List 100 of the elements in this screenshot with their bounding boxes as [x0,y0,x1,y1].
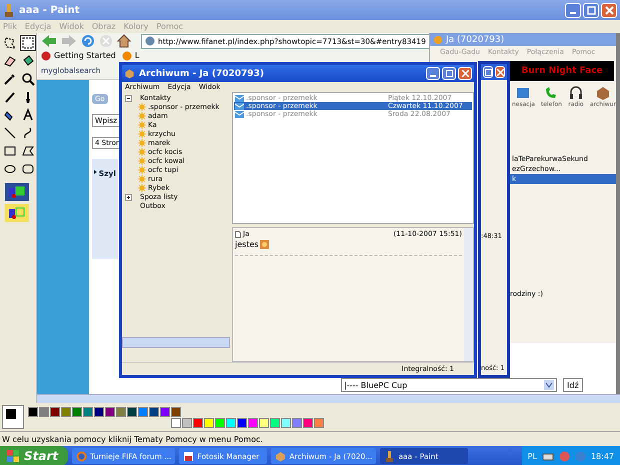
current-colors-swatch [2,405,24,429]
line-tool[interactable] [2,125,18,141]
bookmark-label: L [134,51,140,60]
bookmark-icon [122,50,132,60]
color-swatch[interactable] [314,418,324,428]
paint-app-icon [3,4,15,16]
color-swatch[interactable] [94,406,104,416]
color-swatch[interactable] [149,406,159,416]
color-swatch[interactable] [281,418,291,428]
magnifier-tool[interactable] [20,71,36,87]
free-select-icon [3,36,17,50]
close-button[interactable] [458,67,472,80]
bookmark-label: Getting Started [54,51,116,60]
archive-title: Archiwum - Ja (7020793) [139,68,264,78]
jump-button[interactable]: Idź [563,378,583,392]
rectangle-icon [3,144,17,158]
minimize-button[interactable] [565,2,581,18]
color-swatch[interactable] [61,406,71,416]
status-text: W celu uzyskania pomocy kliknij Tematy Pomocy w menu Pomoc. [2,434,263,444]
archive-icon [594,85,611,101]
select-icon [21,36,35,50]
message-text: jestes [235,240,259,249]
paint-app-icon [384,450,396,462]
bookmark-link[interactable]: L [122,50,140,60]
color-swatch[interactable] [193,418,203,428]
close-button[interactable] [495,66,505,78]
network-icon[interactable] [542,452,554,460]
color-swatch[interactable] [303,418,313,428]
browser-app-icon [76,450,88,462]
fill-icon [21,54,35,68]
maximize-button[interactable] [483,66,493,78]
eraser-icon [3,54,17,68]
color-swatch[interactable] [171,418,181,428]
line-icon [3,126,17,140]
clock: 18:47 [590,452,614,460]
emoticon-icon [260,240,269,249]
text-icon [21,108,35,122]
color-swatch[interactable] [237,418,247,428]
color-swatch[interactable] [292,418,302,428]
close-icon [462,70,468,77]
bookmark-link[interactable]: Getting Started [41,50,116,60]
document-icon [235,230,241,238]
horizontal-scrollbar[interactable] [37,394,620,403]
minimize-button[interactable] [426,67,440,80]
color-swatch[interactable] [39,406,49,416]
color-swatch[interactable] [83,406,93,416]
close-icon [496,68,504,76]
maximize-icon [484,68,492,76]
transparency-icon [7,185,27,199]
maximize-icon [446,70,452,77]
home-icon[interactable] [117,34,131,48]
expand-icon[interactable] [125,194,132,200]
maximize-button[interactable] [583,2,599,18]
color-swatch[interactable] [248,418,258,428]
vertical-scrollbar[interactable] [464,228,473,361]
maximize-button[interactable] [442,67,456,80]
color-swatch[interactable] [138,406,148,416]
transparency-icon [7,206,27,220]
horizontal-scrollbar[interactable] [122,337,230,348]
collapse-icon[interactable] [125,94,132,102]
select-tool[interactable] [20,35,36,51]
maximize-icon [586,6,596,14]
color-swatch[interactable] [127,406,137,416]
color-swatch[interactable] [270,418,280,428]
contacts-icon [515,85,532,101]
dropdown-arrow-icon [544,380,554,390]
transparency-option[interactable] [5,204,29,222]
color-swatch[interactable] [105,406,115,416]
color-swatch[interactable] [160,406,170,416]
reload-icon[interactable] [81,34,95,48]
color-swatch[interactable] [50,406,60,416]
free-select-tool[interactable] [2,35,18,51]
color-swatch[interactable] [259,418,269,428]
polygon-icon [21,144,35,158]
start-button[interactable]: Start [0,446,68,465]
back-arrow-icon[interactable] [41,34,57,48]
archive-app-icon [275,450,286,462]
magnifier-icon [21,72,35,86]
sun-icon [433,34,443,44]
forum-select[interactable]: |---- BluePC Cup [341,378,557,392]
color-swatch[interactable] [204,418,214,428]
color-swatch[interactable] [182,418,192,428]
messenger-title: Ja (7020793) [446,34,504,44]
color-swatch[interactable] [116,406,126,416]
transparency-option[interactable] [5,183,29,201]
color-swatch[interactable] [72,406,82,416]
pencil-icon [3,90,17,104]
windows-logo-icon [6,449,20,463]
rounded-rectangle-icon [21,162,35,176]
close-button[interactable] [601,2,617,18]
color-swatch[interactable] [226,418,236,428]
picker-icon [3,72,17,86]
color-swatch[interactable] [171,406,181,416]
close-icon [604,6,614,14]
ellipse-icon [3,162,17,176]
color-swatch[interactable] [215,418,225,428]
bookmark-icon [41,50,51,60]
bullet-arrow-icon [94,169,97,175]
window-title: aaa - Paint [19,4,80,16]
color-swatch[interactable] [28,406,38,416]
